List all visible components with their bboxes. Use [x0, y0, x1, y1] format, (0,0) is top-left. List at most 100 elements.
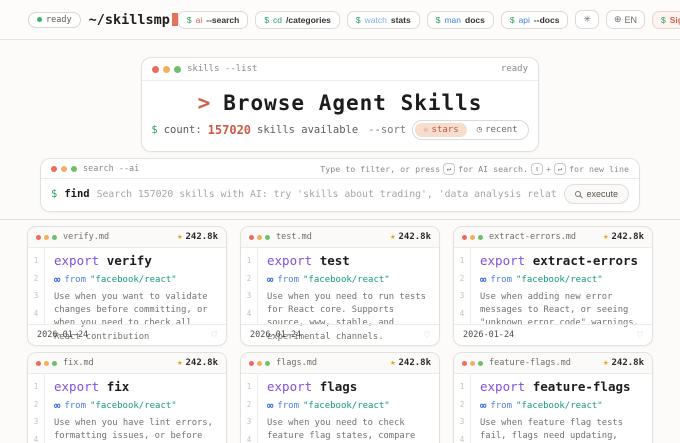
export-line: export extract-errors — [480, 253, 644, 268]
skill-card-code: export verify ∞ from "facebook/react" Us… — [45, 248, 226, 324]
star-icon: ★ — [603, 232, 608, 242]
window-traffic-lights-icon — [462, 361, 483, 366]
skill-card-code: export extract-errors ∞ from "facebook/r… — [471, 248, 652, 324]
export-line: export verify — [54, 253, 218, 268]
skill-name: extract-errors — [533, 253, 638, 268]
star-icon: ★ — [177, 232, 182, 242]
line-number-gutter: 1 2 3 4 — [28, 374, 45, 443]
from-keyword: from — [277, 401, 299, 411]
meta-infinity-icon: ∞ — [54, 274, 60, 286]
window-traffic-lights-icon — [51, 166, 77, 172]
skill-name: test — [320, 253, 350, 268]
skill-name: flags — [320, 379, 358, 394]
window-traffic-lights-icon — [249, 235, 270, 240]
export-keyword: export — [267, 253, 312, 268]
skill-card[interactable]: fix.md ★ 242.8k 1 2 3 4 export fix ∞ fro — [27, 352, 227, 443]
status-dot-icon — [37, 17, 42, 22]
export-line: export fix — [54, 379, 218, 394]
skill-filename: test.md — [276, 232, 384, 242]
skill-filename: feature-flags.md — [489, 358, 597, 368]
star-icon: ★ — [390, 232, 395, 242]
search-input[interactable] — [97, 189, 558, 200]
hero-window-header: skills --list ready — [142, 58, 538, 81]
navbar-right: $ ai --search $ cd /categories $ watch s… — [178, 10, 680, 29]
enter-key-icon: ↵ — [554, 163, 566, 175]
line-number-gutter: 1 2 3 4 — [241, 374, 258, 443]
skill-card-body: 1 2 3 4 export feature-flags ∞ from "fac… — [454, 374, 652, 443]
export-keyword: export — [480, 379, 525, 394]
window-traffic-lights-icon — [152, 66, 181, 73]
star-count-badge: ★ 242.8k — [177, 232, 218, 242]
sign-in-button[interactable]: $ Sign In →) — [652, 11, 680, 29]
star-icon: ★ — [390, 358, 395, 368]
find-keyword: find — [64, 188, 89, 200]
nav-ai-search-button[interactable]: $ ai --search — [178, 11, 248, 29]
skill-source-repo: "facebook/react" — [303, 275, 390, 285]
star-outline-icon: ☆ — [423, 125, 428, 135]
skills-count-line: $ count: 157020 skills available --sort … — [142, 120, 538, 151]
shift-key-icon: ⇧ — [531, 163, 543, 175]
skill-card-header: test.md ★ 242.8k — [241, 227, 439, 248]
skill-filename: verify.md — [63, 232, 171, 242]
meta-infinity-icon: ∞ — [480, 274, 486, 286]
sort-flag-label: --sort — [368, 124, 406, 136]
export-keyword: export — [54, 253, 99, 268]
skill-source-repo: "facebook/react" — [303, 401, 390, 411]
star-count-value: 242.8k — [398, 232, 431, 242]
enter-key-icon: ↵ — [443, 163, 455, 175]
star-icon: ★ — [603, 358, 608, 368]
skill-card-footer: 2026-01-24 ♡ — [454, 324, 652, 345]
star-count-value: 242.8k — [185, 232, 218, 242]
execute-button[interactable]: execute — [564, 184, 629, 204]
skill-card-header: fix.md ★ 242.8k — [28, 353, 226, 374]
theme-toggle-button[interactable]: ✳ — [575, 10, 599, 29]
skill-card[interactable]: feature-flags.md ★ 242.8k 1 2 3 4 export… — [453, 352, 653, 443]
globe-icon: ⊕ — [614, 14, 622, 25]
nav-docs-button[interactable]: $ man docs — [427, 11, 494, 29]
nav-api-docs-button[interactable]: $ api --docs — [501, 11, 569, 29]
window-traffic-lights-icon — [462, 235, 483, 240]
star-count-value: 242.8k — [185, 358, 218, 368]
skill-date: 2026-01-24 — [37, 330, 88, 340]
meta-infinity-icon: ∞ — [54, 400, 60, 412]
skill-card[interactable]: verify.md ★ 242.8k 1 2 3 4 export verify… — [27, 226, 227, 346]
skill-card-header: extract-errors.md ★ 242.8k — [454, 227, 652, 248]
skill-filename: extract-errors.md — [489, 232, 597, 242]
brand-title[interactable]: ~/skillsmp — [89, 12, 178, 28]
skill-card[interactable]: test.md ★ 242.8k 1 2 3 4 export test ∞ f — [240, 226, 440, 346]
language-button[interactable]: ⊕ EN — [606, 10, 645, 29]
window-traffic-lights-icon — [36, 361, 57, 366]
skill-card[interactable]: extract-errors.md ★ 242.8k 1 2 3 4 expor… — [453, 226, 653, 346]
skill-card[interactable]: flags.md ★ 242.8k 1 2 3 4 export flags ∞ — [240, 352, 440, 443]
skills-count-value: 157020 — [208, 123, 251, 137]
skill-date: 2026-01-24 — [250, 330, 301, 340]
nav-stats-button[interactable]: $ watch stats — [347, 11, 420, 29]
skill-card-code: export test ∞ from "facebook/react" Use … — [258, 248, 439, 324]
prompt-dollar: $ — [51, 188, 57, 200]
heart-icon[interactable]: ♡ — [211, 330, 217, 341]
sort-stars-option[interactable]: ☆ stars — [415, 123, 467, 137]
search-window-header: search --ai Type to filter, or press ↵ f… — [41, 159, 639, 179]
sort-recent-option[interactable]: ◷ recent — [469, 123, 526, 137]
status-badge-label: ready — [46, 15, 72, 25]
star-count-badge: ★ 242.8k — [390, 232, 431, 242]
window-traffic-lights-icon — [249, 361, 270, 366]
heart-icon[interactable]: ♡ — [424, 330, 430, 341]
skill-date: 2026-01-24 — [463, 330, 514, 340]
sort-toggle-group: ☆ stars ◷ recent — [412, 120, 528, 140]
skill-card-code: export feature-flags ∞ from "facebook/re… — [471, 374, 652, 443]
skill-source-repo: "facebook/react" — [90, 401, 177, 411]
search-terminal-window: search --ai Type to filter, or press ↵ f… — [40, 158, 640, 212]
status-badge: ready — [28, 12, 81, 28]
skill-card-header: feature-flags.md ★ 242.8k — [454, 353, 652, 374]
heart-icon[interactable]: ♡ — [637, 330, 643, 341]
navbar-left: ready ~/skillsmp — [28, 12, 178, 28]
source-line: ∞ from "facebook/react" — [267, 274, 431, 286]
skill-description: Use when you have lint errors, formattin… — [54, 417, 218, 443]
skill-card-code: export fix ∞ from "facebook/react" Use w… — [45, 374, 226, 443]
search-window-title: search --ai — [83, 164, 314, 174]
from-keyword: from — [64, 275, 86, 285]
line-number-gutter: 1 2 3 4 — [454, 374, 471, 443]
prompt-chevron-icon: > — [198, 91, 212, 115]
nav-categories-button[interactable]: $ cd /categories — [255, 11, 340, 29]
